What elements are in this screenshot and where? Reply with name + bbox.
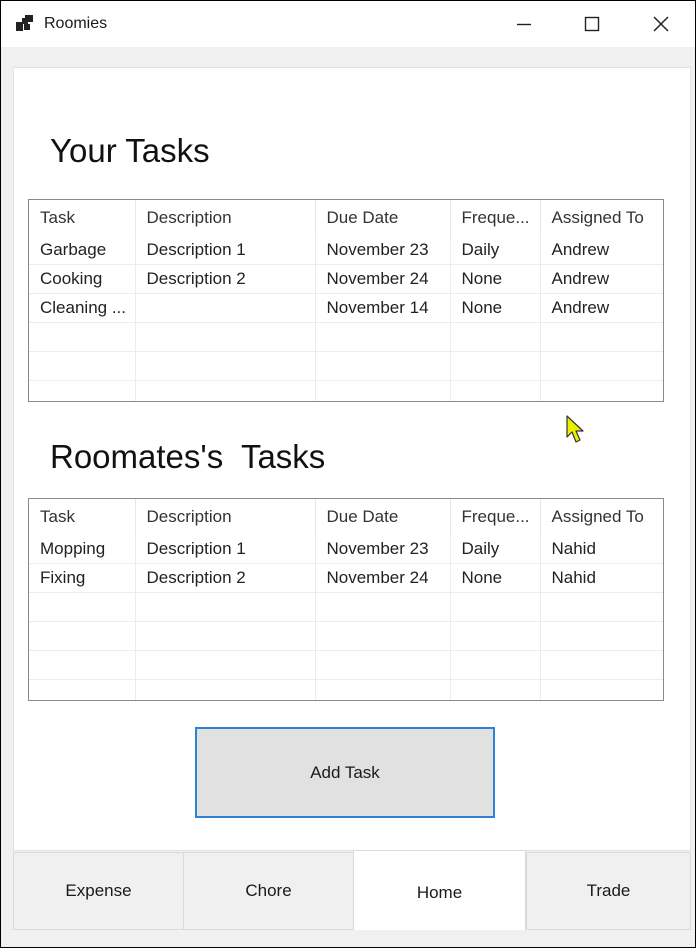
- assigned-to-cell[interactable]: Andrew: [540, 264, 663, 294]
- assigned-to-cell[interactable]: Nahid: [540, 535, 663, 564]
- roommates-tasks-grid[interactable]: Task Description Due Date Freque... Assi…: [28, 498, 664, 701]
- frequency-cell[interactable]: None: [450, 264, 541, 294]
- table-row[interactable]: Cleaning ... November 14 None Andrew: [29, 293, 663, 323]
- tab-trade[interactable]: Trade: [526, 852, 691, 930]
- table-row[interactable]: Mopping Description 1 November 23 Daily …: [29, 535, 663, 564]
- app-icon: [16, 15, 33, 31]
- home-tab-panel: Your Tasks Task Description Due Date Fre…: [13, 67, 691, 851]
- task-cell[interactable]: Cooking: [29, 264, 136, 294]
- app-window: Roomies Your Tasks Task Description Due …: [1, 1, 695, 947]
- minimize-icon: [517, 23, 531, 26]
- your-tasks-table: Task Description Due Date Freque... Assi…: [29, 200, 663, 401]
- window-title: Roomies: [44, 15, 108, 32]
- empty-row[interactable]: [29, 322, 663, 352]
- empty-row[interactable]: [29, 679, 663, 700]
- tab-bar: Expense Chore Home Trade: [13, 850, 691, 930]
- frequency-cell[interactable]: None: [450, 563, 541, 593]
- your-tasks-title: Your Tasks: [50, 132, 210, 169]
- task-cell[interactable]: Garbage: [29, 236, 136, 265]
- table-row[interactable]: Cooking Description 2 November 24 None A…: [29, 264, 663, 294]
- column-header-assigned-to[interactable]: Assigned To: [540, 200, 663, 236]
- task-cell[interactable]: Cleaning ...: [29, 293, 136, 323]
- mouse-pointer-icon: [566, 415, 584, 443]
- close-button[interactable]: [627, 1, 695, 47]
- frequency-cell[interactable]: Daily: [450, 535, 541, 564]
- task-cell[interactable]: Fixing: [29, 563, 136, 593]
- table-row[interactable]: Garbage Description 1 November 23 Daily …: [29, 236, 663, 265]
- column-header-task[interactable]: Task: [29, 499, 136, 535]
- column-header-frequency[interactable]: Freque...: [450, 200, 541, 236]
- description-cell[interactable]: Description 1: [135, 236, 316, 265]
- description-cell[interactable]: Description 2: [135, 563, 316, 593]
- roommates-tasks-title: Roomates's Tasks: [50, 438, 326, 475]
- header-row: Task Description Due Date Freque... Assi…: [29, 200, 663, 236]
- empty-row[interactable]: [29, 351, 663, 381]
- column-header-task[interactable]: Task: [29, 200, 136, 236]
- due-date-cell[interactable]: November 23: [315, 535, 451, 564]
- description-cell[interactable]: Description 1: [135, 535, 316, 564]
- title-bar[interactable]: Roomies: [1, 1, 695, 47]
- due-date-cell[interactable]: November 23: [315, 236, 451, 265]
- column-header-description[interactable]: Description: [135, 200, 316, 236]
- due-date-cell[interactable]: November 24: [315, 264, 451, 294]
- empty-row[interactable]: [29, 592, 663, 622]
- assigned-to-cell[interactable]: Nahid: [540, 563, 663, 593]
- column-header-due-date[interactable]: Due Date: [315, 200, 451, 236]
- description-cell[interactable]: [135, 293, 316, 323]
- column-header-assigned-to[interactable]: Assigned To: [540, 499, 663, 535]
- description-cell[interactable]: Description 2: [135, 264, 316, 294]
- table-row[interactable]: Fixing Description 2 November 24 None Na…: [29, 563, 663, 593]
- add-task-button[interactable]: Add Task: [195, 727, 495, 818]
- empty-row[interactable]: [29, 650, 663, 680]
- due-date-cell[interactable]: November 24: [315, 563, 451, 593]
- minimize-button[interactable]: [490, 1, 558, 47]
- maximize-icon: [584, 16, 600, 32]
- frequency-cell[interactable]: None: [450, 293, 541, 323]
- frequency-cell[interactable]: Daily: [450, 236, 541, 265]
- empty-row[interactable]: [29, 380, 663, 401]
- empty-row[interactable]: [29, 621, 663, 651]
- column-header-due-date[interactable]: Due Date: [315, 499, 451, 535]
- assigned-to-cell[interactable]: Andrew: [540, 293, 663, 323]
- tab-chore[interactable]: Chore: [183, 852, 354, 930]
- roommates-tasks-table: Task Description Due Date Freque... Assi…: [29, 499, 663, 700]
- column-header-description[interactable]: Description: [135, 499, 316, 535]
- due-date-cell[interactable]: November 14: [315, 293, 451, 323]
- tab-home[interactable]: Home: [353, 850, 526, 930]
- close-icon: [653, 16, 669, 32]
- tab-expense[interactable]: Expense: [13, 852, 184, 930]
- task-cell[interactable]: Mopping: [29, 535, 136, 564]
- your-tasks-grid[interactable]: Task Description Due Date Freque... Assi…: [28, 199, 664, 402]
- assigned-to-cell[interactable]: Andrew: [540, 236, 663, 265]
- header-row: Task Description Due Date Freque... Assi…: [29, 499, 663, 535]
- column-header-frequency[interactable]: Freque...: [450, 499, 541, 535]
- maximize-button[interactable]: [558, 1, 626, 47]
